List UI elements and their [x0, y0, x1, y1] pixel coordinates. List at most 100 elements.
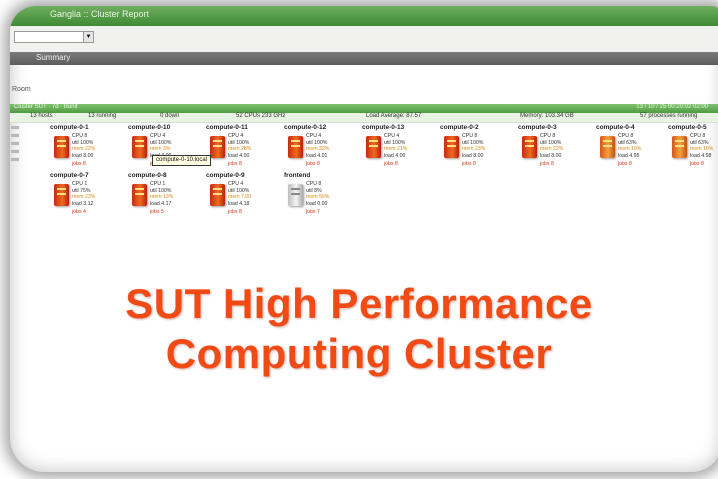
node-frontend[interactable]: frontend CPU 8 util 8% mem 56% load 0.00… [284, 172, 356, 222]
headline-line-1: SUT High Performance [125, 280, 593, 327]
node-util: util 100% [150, 187, 172, 194]
node-name[interactable]: compute-0-11 [206, 124, 248, 131]
node-cpu: CPU 8 [462, 133, 478, 139]
node-compute-0-7[interactable]: compute-0-7 CPU 1 util 75% mem 23% load … [50, 172, 122, 222]
node-name[interactable]: compute-0-4 [596, 124, 635, 131]
server-icon[interactable] [210, 184, 225, 206]
server-icon[interactable] [288, 136, 303, 158]
node-util: util 63% [690, 139, 709, 146]
node-jobs[interactable]: jobs 8 [384, 161, 398, 167]
node-load: load 4.95 [618, 152, 640, 159]
window-title: Ganglia :: Cluster Report [50, 9, 150, 19]
node-jobs[interactable]: jobs 8 [462, 161, 476, 167]
node-compute-0-8[interactable]: compute-0-8 CPU 1 util 100% mem 13% load… [128, 172, 200, 222]
node-details: CPU 4 util 100% mem 21% load 4.00 [384, 133, 407, 159]
nav-link[interactable] [11, 126, 19, 129]
node-name[interactable]: compute-0-3 [518, 124, 557, 131]
node-name[interactable]: compute-0-1 [50, 124, 89, 131]
node-name[interactable]: compute-0-10 [128, 124, 170, 131]
node-jobs[interactable]: jobs 8 [306, 161, 320, 167]
server-icon[interactable] [132, 136, 147, 158]
server-icon[interactable] [444, 136, 459, 158]
node-compute-0-11[interactable]: compute-0-11 CPU 4 util 100% mem 28% loa… [206, 124, 278, 174]
node-compute-0-3[interactable]: compute-0-3 CPU 8 util 100% mem 22% load… [518, 124, 590, 174]
node-details: CPU 4 util 100% mem 28% load 4.00 [228, 133, 251, 159]
node-name[interactable]: compute-0-5 [668, 124, 707, 131]
node-cpu: CPU 4 [384, 133, 400, 139]
node-name[interactable]: compute-0-2 [440, 124, 479, 131]
node-compute-0-9[interactable]: compute-0-9 CPU 4 util 100% mem 7.00 loa… [206, 172, 278, 222]
node-mem: mem 23% [72, 194, 96, 201]
node-cpu: CPU 8 [306, 181, 322, 187]
server-icon[interactable] [132, 184, 147, 206]
node-details: CPU 8 util 8% mem 56% load 0.00 [306, 181, 329, 207]
node-util: util 100% [540, 139, 562, 146]
cluster-stats-row: 13 hosts 13 running 0 down 52 CPUs 233 G… [10, 113, 718, 123]
node-compute-0-12[interactable]: compute-0-12 CPU 4 util 100% mem 32% loa… [284, 124, 356, 174]
server-icon[interactable] [672, 136, 687, 158]
headline-line-2: Computing Cluster [165, 330, 553, 377]
node-load: load 3.12 [72, 200, 94, 207]
node-cpu: CPU 1 [150, 181, 166, 187]
node-util: util 100% [384, 139, 406, 146]
node-load: load 4.00 [384, 152, 406, 159]
node-compute-0-4[interactable]: compute-0-4 CPU 8 util 63% mem 19% load … [596, 124, 668, 174]
node-jobs[interactable]: jobs 8 [228, 161, 242, 167]
server-icon[interactable] [54, 184, 69, 206]
cpu-total: 52 CPUs 233 GHz [236, 113, 286, 119]
node-compute-0-13[interactable]: compute-0-13 CPU 4 util 100% mem 21% loa… [362, 124, 434, 174]
node-jobs[interactable]: jobs 8 [690, 161, 704, 167]
node-name[interactable]: frontend [284, 172, 310, 179]
node-jobs[interactable]: jobs 8 [228, 209, 242, 215]
node-details: CPU 8 util 100% mem 22% load 8.00 [540, 133, 563, 159]
server-icon[interactable] [522, 136, 537, 158]
node-jobs[interactable]: jobs 4 [72, 209, 86, 215]
node-jobs[interactable]: jobs 7 [306, 209, 320, 215]
node-cpu: CPU 8 [540, 133, 556, 139]
node-jobs[interactable]: jobs 8 [540, 161, 554, 167]
node-mem: mem 13% [150, 194, 174, 201]
server-icon[interactable] [366, 136, 381, 158]
room-label: Room [12, 86, 31, 93]
view-select[interactable]: ▼ [14, 31, 94, 43]
server-icon[interactable] [288, 184, 303, 206]
monitor-screen: Ganglia :: Cluster Report ▼ Summary Room… [10, 6, 718, 472]
server-icon[interactable] [600, 136, 615, 158]
window-titlebar: Ganglia :: Cluster Report [10, 6, 718, 26]
node-mem: mem 28% [228, 146, 252, 153]
processes-running: 57 processes running [640, 113, 698, 119]
load-average: Load Average: 87.57 [366, 113, 422, 119]
node-cpu: CPU 8 [690, 133, 706, 139]
toolbar: ▼ [10, 26, 718, 53]
node-load: load 4.17 [150, 200, 172, 207]
node-jobs[interactable]: jobs 8 [618, 161, 632, 167]
cluster-status-right: 13 / 10 / 25 00:20:02 02:00 [636, 104, 708, 110]
node-util: util 100% [228, 139, 250, 146]
nav-link[interactable] [11, 158, 19, 161]
node-cpu: CPU 8 [618, 133, 634, 139]
node-name[interactable]: compute-0-8 [128, 172, 167, 179]
server-icon[interactable] [54, 136, 69, 158]
node-compute-0-2[interactable]: compute-0-2 CPU 8 util 100% mem 23% load… [440, 124, 512, 174]
node-name[interactable]: compute-0-9 [206, 172, 245, 179]
node-compute-0-5[interactable]: compute-0-5 CPU 8 util 63% mem 19% load … [668, 124, 718, 174]
summary-label: Summary [36, 53, 71, 62]
node-cpu: CPU 4 [150, 133, 166, 139]
node-jobs[interactable]: jobs 8 [72, 161, 86, 167]
node-mem: mem 22% [72, 146, 96, 153]
server-icon[interactable] [210, 136, 225, 158]
node-name[interactable]: compute-0-12 [284, 124, 326, 131]
nav-link[interactable] [11, 142, 19, 145]
nav-link[interactable] [11, 150, 19, 153]
chevron-down-icon[interactable]: ▼ [83, 32, 93, 42]
node-load: load 4.98 [690, 152, 712, 159]
node-util: util 100% [306, 139, 328, 146]
cluster-status-left: Cluster SUT · 7d · Bunit [14, 104, 78, 110]
node-name[interactable]: compute-0-13 [362, 124, 404, 131]
node-jobs[interactable]: jobs 5 [150, 209, 164, 215]
node-name[interactable]: compute-0-7 [50, 172, 89, 179]
node-compute-0-10[interactable]: compute-0-10 CPU 4 util 100% mem 3% load… [128, 124, 200, 174]
node-compute-0-1[interactable]: compute-0-1 CPU 8 util 100% mem 22% load… [50, 124, 122, 174]
node-mem: mem 19% [618, 146, 642, 153]
nav-link[interactable] [11, 134, 19, 137]
